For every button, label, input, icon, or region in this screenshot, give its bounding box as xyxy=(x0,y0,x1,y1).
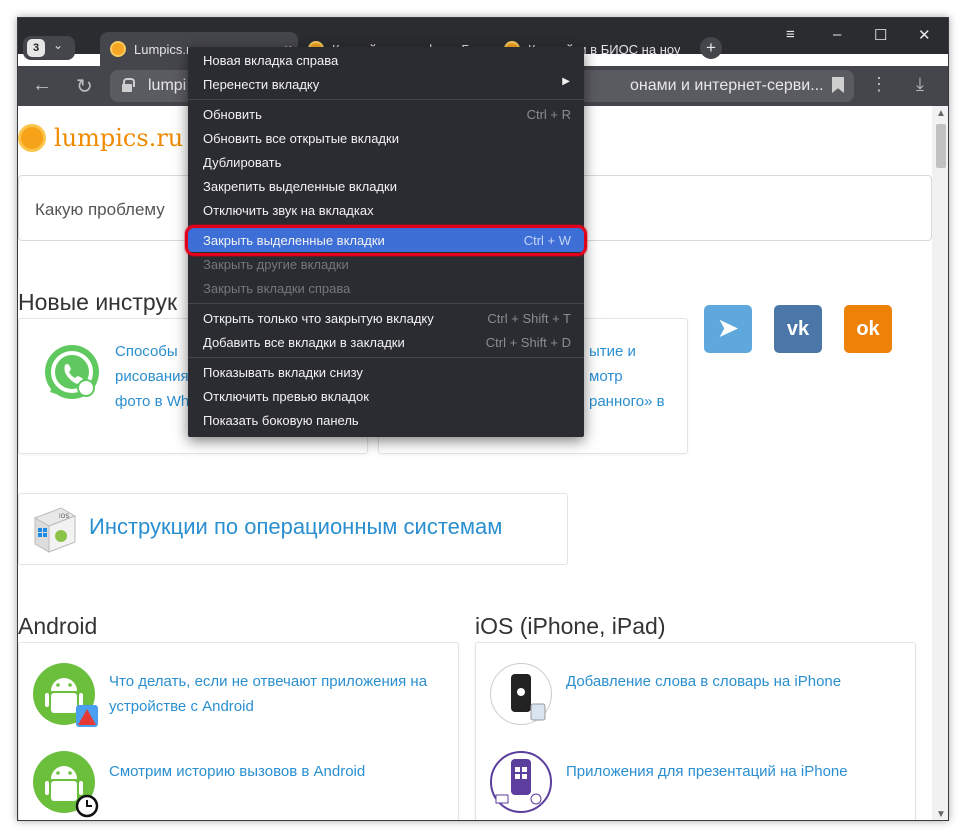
chevron-down-icon[interactable]: ⌄ xyxy=(53,38,63,52)
menu-item-reload[interactable]: Обновить Ctrl + R xyxy=(188,102,584,126)
menu-icon[interactable]: ≡ xyxy=(786,26,795,43)
menu-item-move-tab[interactable]: Перенести вкладку ▶ xyxy=(188,72,584,96)
presentation-icon xyxy=(490,751,552,813)
annotation-highlight-frame xyxy=(185,225,587,256)
search-placeholder: Какую проблему xyxy=(35,200,165,219)
ios-heading: iOS (iPhone, iPad) xyxy=(475,613,666,639)
menu-item-reload-all[interactable]: Обновить все открытые вкладки xyxy=(188,126,584,150)
article-link-line[interactable]: рисования xyxy=(115,364,189,389)
scroll-down-arrow-icon[interactable]: ▼ xyxy=(936,809,946,820)
scroll-up-arrow-icon[interactable]: ▲ xyxy=(936,108,946,119)
logo-text[interactable]: lumpics.ru xyxy=(54,124,183,152)
scroll-thumb[interactable] xyxy=(936,124,946,168)
close-window-icon[interactable]: ✕ xyxy=(918,26,931,44)
svg-text:iOS: iOS xyxy=(59,513,69,520)
article-link-line[interactable]: фото в Wh xyxy=(115,389,189,414)
menu-item-new-tab-right[interactable]: Новая вкладка справа xyxy=(188,48,584,72)
menu-item-disable-tab-preview[interactable]: Отключить превью вкладок xyxy=(188,384,584,408)
menu-separator xyxy=(188,303,584,304)
url-text: lumpi xyxy=(148,77,187,94)
minimize-icon[interactable]: – xyxy=(833,26,841,43)
whatsapp-icon xyxy=(41,341,103,403)
menu-item-duplicate[interactable]: Дублировать xyxy=(188,150,584,174)
os-box-icon: iOS xyxy=(31,506,77,554)
menu-item-reopen-closed-tab[interactable]: Открыть только что закрытую вкладку Ctrl … xyxy=(188,306,584,330)
android-card: Что делать, если не отвечают приложения … xyxy=(18,642,459,820)
call-history-icon xyxy=(73,793,99,819)
telegram-icon[interactable]: ➤ xyxy=(704,305,752,353)
menu-separator xyxy=(188,357,584,358)
android-article-link[interactable]: Что делать, если не отвечают приложения … xyxy=(109,669,427,694)
article-link-line[interactable]: Способы xyxy=(115,339,189,364)
ios-card: Добавление слова в словарь на iPhone При… xyxy=(475,642,916,820)
menu-item-tabs-bottom[interactable]: Показывать вкладки снизу xyxy=(188,360,584,384)
menu-item-mute-tabs[interactable]: Отключить звук на вкладках xyxy=(188,198,584,222)
new-tab-button[interactable]: + xyxy=(700,37,722,59)
orange-favicon-icon xyxy=(110,41,126,57)
menu-item-show-sidebar[interactable]: Показать боковую панель xyxy=(188,408,584,432)
menu-item-pin-tabs[interactable]: Закрепить выделенные вкладки xyxy=(188,174,584,198)
odnoklassniki-icon[interactable]: ok xyxy=(844,305,892,353)
download-icon[interactable]: ⤓ xyxy=(916,74,924,95)
page-title-text: онами и интернет-серви... xyxy=(630,77,824,94)
iphone-icon xyxy=(490,663,552,725)
maximize-icon[interactable]: ☐ xyxy=(874,26,887,44)
more-icon[interactable]: ⋮ xyxy=(870,74,888,95)
lumpics-logo-icon[interactable] xyxy=(18,124,46,152)
tab-label: Lumpics.r xyxy=(134,42,191,57)
vertical-scrollbar[interactable]: ▲ ▼ xyxy=(932,106,948,820)
submenu-arrow-icon: ▶ xyxy=(562,76,570,87)
menu-item-close-tabs-right: Закрыть вкладки справа xyxy=(203,281,351,296)
tab-count-badge: 3 xyxy=(27,39,45,57)
menu-item-bookmark-all-tabs[interactable]: Добавить все вкладки в закладки Ctrl + Sh… xyxy=(188,330,584,354)
article-link-line[interactable]: мотр xyxy=(589,364,665,389)
os-instructions-title[interactable]: Инструкции по операционным системам xyxy=(89,514,502,540)
article-link-line[interactable]: ытие и xyxy=(589,339,665,364)
android-heading: Android xyxy=(18,613,98,639)
lock-icon xyxy=(122,78,135,92)
menu-separator xyxy=(188,99,584,100)
new-instructions-heading: Новые инструк xyxy=(18,289,178,315)
android-article-link[interactable]: Смотрим историю вызовов в Android xyxy=(109,759,365,784)
bookmark-icon[interactable] xyxy=(832,77,844,93)
ios-article-link[interactable]: Добавление слова в словарь на iPhone xyxy=(566,669,841,694)
android-article-link[interactable]: устройстве с Android xyxy=(109,694,427,719)
os-instructions-card[interactable]: iOS Инструкции по операционным системам xyxy=(18,493,568,565)
vk-icon[interactable]: vk xyxy=(774,305,822,353)
back-arrow-icon[interactable]: ← xyxy=(32,74,52,97)
ios-article-link[interactable]: Приложения для презентаций на iPhone xyxy=(566,759,848,784)
reload-icon[interactable]: ↻ xyxy=(76,74,93,99)
warning-badge-icon xyxy=(74,703,100,729)
article-link-line[interactable]: ранного» в xyxy=(589,389,665,414)
